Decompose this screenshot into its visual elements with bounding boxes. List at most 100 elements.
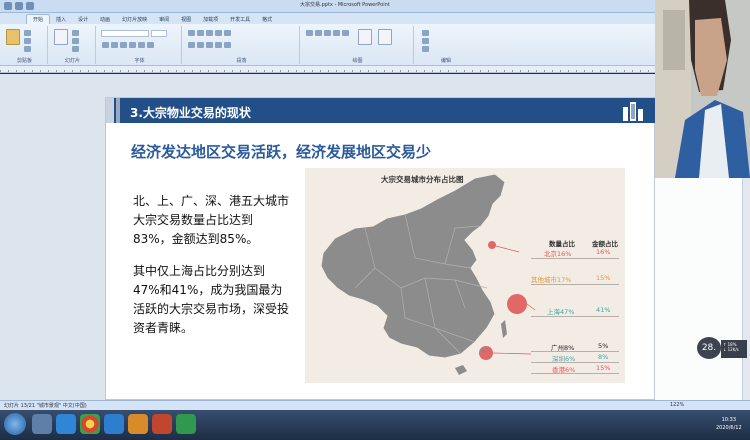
font-name-combo[interactable] (101, 30, 149, 37)
ie-icon[interactable] (56, 414, 76, 434)
row-divider (531, 351, 619, 352)
font-size-combo[interactable] (151, 30, 167, 37)
clipboard-group: 剪贴板 (2, 26, 48, 64)
copy-icon[interactable] (24, 38, 31, 44)
column-header-count: 数量占比 (549, 240, 575, 248)
tab-format[interactable]: 格式 (256, 15, 278, 24)
window-title: 大宗交易.pptx - Microsoft PowerPoint (300, 2, 390, 8)
zoom-level[interactable]: 122% (670, 402, 684, 408)
row-shanghai-amount: 41% (596, 306, 611, 314)
slide-canvas[interactable]: 3.大宗物业交易的现状 经济发达地区交易活跃，经济发展地区交易少 北、上、广、深… (105, 97, 656, 400)
shape-star-icon[interactable] (342, 30, 349, 36)
wechat-icon[interactable] (176, 414, 196, 434)
delete-slide-icon[interactable] (72, 46, 79, 52)
align-left-icon[interactable] (188, 42, 195, 48)
bold-icon[interactable] (102, 42, 109, 48)
font-group: 字体 (98, 26, 182, 64)
body-paragraph-1[interactable]: 北、上、广、深、港五大城市大宗交易数量占比达到83%，金额达到85%。 (133, 192, 289, 249)
font-color-icon[interactable] (147, 42, 154, 48)
app-icon[interactable] (104, 414, 124, 434)
replace-icon[interactable] (422, 38, 429, 44)
row-beijing-amount: 16% (596, 248, 611, 256)
shape-rect-icon[interactable] (306, 30, 313, 36)
drawing-group: 绘图 (302, 26, 414, 64)
hongkong-bubble (479, 346, 493, 360)
find-icon[interactable] (422, 30, 429, 36)
justify-icon[interactable] (215, 42, 222, 48)
shape-arrow-icon[interactable] (324, 30, 331, 36)
shenzhen-dot (482, 349, 486, 353)
status-bar: 幻灯片 13/21 "城市景观" 中文(中国) 122% (0, 400, 750, 410)
header-stripe-accent (116, 98, 120, 123)
strikethrough-icon[interactable] (129, 42, 136, 48)
row-divider (531, 316, 619, 317)
tab-view[interactable]: 视图 (175, 15, 197, 24)
save-icon[interactable] (4, 2, 12, 10)
body-paragraph-2[interactable]: 其中仅上海占比分别达到47%和41%，成为我国最为活跃的大宗交易市场，深受投资者… (133, 262, 289, 338)
bullets-icon[interactable] (188, 30, 195, 36)
tab-insert[interactable]: 插入 (50, 15, 72, 24)
explorer-icon[interactable] (32, 414, 52, 434)
clock-time: 10:33 (721, 417, 737, 423)
tab-home[interactable]: 开始 (26, 14, 51, 24)
indent-increase-icon[interactable] (215, 30, 222, 36)
vertical-scrollbar[interactable] (742, 178, 750, 400)
row-shenzhen-amount: 8% (598, 353, 609, 361)
floating-zoom-badge[interactable]: 28. (697, 337, 721, 359)
section-header-bar: 3.大宗物业交易的现状 (106, 98, 656, 123)
powerpoint-icon[interactable] (152, 414, 172, 434)
tab-review[interactable]: 审阅 (153, 15, 175, 24)
horizontal-ruler[interactable] (0, 66, 655, 73)
section-title[interactable]: 3.大宗物业交易的现状 (130, 104, 251, 121)
quick-access-toolbar[interactable] (4, 2, 34, 10)
chrome-icon[interactable] (80, 414, 100, 434)
tab-addins[interactable]: 加载项 (197, 15, 224, 24)
building-icon (623, 102, 643, 121)
network-speed-widget: ↑ 18% ↓ 12K/s (721, 340, 747, 358)
row-shanghai-label: 上海47% (547, 308, 575, 316)
undo-icon[interactable] (15, 2, 23, 10)
paste-button[interactable] (6, 29, 20, 45)
shape-line-icon[interactable] (333, 30, 340, 36)
columns-icon[interactable] (224, 42, 231, 48)
city-distribution-chart[interactable]: 大宗交易城市分布占比图 数量占比 金额占比 北京16% 16% 其他城市17% … (305, 168, 625, 383)
row-divider (531, 373, 619, 374)
reset-icon[interactable] (72, 38, 79, 44)
start-button[interactable] (4, 413, 26, 435)
tab-animation[interactable]: 动画 (94, 15, 116, 24)
underline-icon[interactable] (120, 42, 127, 48)
shape-oval-icon[interactable] (315, 30, 322, 36)
quick-styles-button[interactable] (378, 29, 392, 45)
align-center-icon[interactable] (197, 42, 204, 48)
slides-group-label: 幻灯片 (64, 58, 80, 64)
cut-icon[interactable] (24, 30, 31, 36)
slide-subtitle[interactable]: 经济发达地区交易活跃，经济发展地区交易少 (131, 141, 431, 162)
tab-developer[interactable]: 开发工具 (224, 15, 256, 24)
tab-slideshow[interactable]: 幻灯片放映 (116, 15, 153, 24)
new-slide-button[interactable] (54, 29, 68, 45)
italic-icon[interactable] (111, 42, 118, 48)
folder-icon[interactable] (128, 414, 148, 434)
tab-design[interactable]: 设计 (72, 15, 94, 24)
arrange-button[interactable] (358, 29, 372, 45)
slides-group: 幻灯片 (50, 26, 96, 64)
format-painter-icon[interactable] (24, 46, 31, 52)
editing-group-label: 编辑 (440, 58, 451, 64)
shanghai-leader-line (526, 303, 536, 311)
paragraph-group: 段落 (184, 26, 300, 64)
redo-icon[interactable] (26, 2, 34, 10)
drawing-group-label: 绘图 (352, 58, 363, 64)
align-right-icon[interactable] (206, 42, 213, 48)
select-icon[interactable] (422, 46, 429, 52)
system-clock[interactable]: 10:33 2020/6/12 (716, 416, 742, 432)
indent-decrease-icon[interactable] (206, 30, 213, 36)
webcam-scene (655, 0, 750, 178)
hongkong-leader-line (492, 352, 532, 355)
windows-taskbar: 10:33 2020/6/12 (0, 410, 750, 440)
layout-icon[interactable] (72, 30, 79, 36)
line-spacing-icon[interactable] (224, 30, 231, 36)
numbering-icon[interactable] (197, 30, 204, 36)
shadow-icon[interactable] (138, 42, 145, 48)
ribbon-tabs: 开始 插入 设计 动画 幻灯片放映 审阅 视图 加载项 开发工具 格式 (0, 13, 655, 24)
font-group-label: 字体 (134, 58, 145, 64)
